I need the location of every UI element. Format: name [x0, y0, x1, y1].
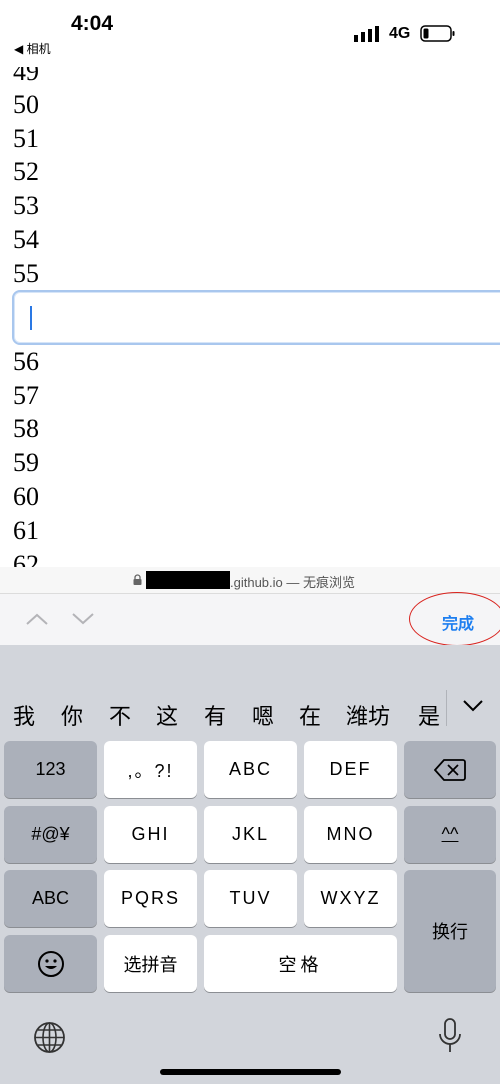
chevron-down-icon[interactable]: [462, 698, 484, 714]
key-label: PQRS: [120, 888, 180, 908]
return-key[interactable]: 换行: [404, 870, 496, 992]
key-abc-switch[interactable]: ABC: [4, 870, 97, 927]
candidate-item[interactable]: 这: [156, 699, 178, 731]
number-line: 51: [13, 124, 39, 153]
space-key[interactable]: 空格: [204, 935, 397, 992]
candidate-divider: [446, 690, 447, 726]
number-line: 59: [13, 448, 39, 477]
key-label: 选拼音: [123, 954, 178, 975]
lock-icon: [133, 574, 142, 585]
key-abc[interactable]: ABC: [204, 741, 297, 798]
key-label: ABC: [31, 888, 69, 908]
emoji-face-icon: [37, 950, 64, 977]
number-line: 50: [13, 90, 39, 119]
private-mode-label: — 无痕浏览: [282, 575, 355, 590]
home-indicator: [160, 1069, 341, 1075]
candidate-item[interactable]: 是: [418, 699, 440, 731]
candidate-item[interactable]: 在: [299, 699, 321, 731]
key-label: #@¥: [31, 824, 70, 844]
candidate-item[interactable]: 潍坊: [346, 699, 390, 731]
number-line: 62: [13, 550, 39, 568]
key-symbols[interactable]: #@¥: [4, 806, 97, 863]
url-domain-suffix: .github.io: [230, 575, 283, 590]
text-input[interactable]: [12, 290, 500, 345]
back-to-app-link[interactable]: ◀ 相机: [14, 40, 51, 57]
delete-key[interactable]: [404, 741, 496, 798]
candidate-item[interactable]: 有: [204, 699, 226, 731]
key-pinyin-select[interactable]: 选拼音: [104, 935, 197, 992]
key-label: ABC: [228, 759, 272, 779]
number-line: 56: [13, 347, 39, 376]
candidate-item[interactable]: 不: [109, 699, 131, 731]
chevron-down-icon[interactable]: [71, 612, 95, 626]
key-label: JKL: [231, 824, 270, 844]
number-line: 53: [13, 191, 39, 220]
number-line: 60: [13, 482, 39, 511]
key-ghi[interactable]: GHI: [104, 806, 197, 863]
text-caret: [30, 306, 32, 330]
candidate-item[interactable]: 嗯: [252, 699, 274, 731]
signal-bars-icon: [354, 26, 379, 42]
microphone-icon[interactable]: [437, 1018, 463, 1054]
number-line: 52: [13, 157, 39, 186]
number-line: 57: [13, 381, 39, 410]
battery-low-icon: [420, 25, 455, 42]
candidate-item[interactable]: 我: [13, 699, 35, 731]
key-label: MNO: [326, 824, 375, 844]
annotation-circle: [409, 592, 500, 646]
key-pqrs[interactable]: PQRS: [104, 870, 197, 927]
key-label: DEF: [329, 759, 372, 779]
key-punctuation[interactable]: ,。?!: [104, 741, 197, 798]
emoji-key[interactable]: [4, 935, 97, 992]
chevron-up-icon[interactable]: [25, 612, 49, 626]
key-label: ,。?!: [127, 760, 174, 781]
number-line: 55: [13, 259, 39, 288]
redacted-domain: [146, 571, 230, 589]
number-line: 54: [13, 225, 39, 254]
url-text: .github.io — 无痕浏览: [230, 572, 355, 591]
key-label: GHI: [131, 824, 170, 844]
key-def[interactable]: DEF: [304, 741, 397, 798]
key-label: 123: [35, 759, 66, 779]
key-jkl[interactable]: JKL: [204, 806, 297, 863]
key-tuv[interactable]: TUV: [204, 870, 297, 927]
key-label: 换行: [432, 922, 468, 942]
number-line: 49: [13, 67, 39, 86]
key-label: WXYZ: [320, 888, 381, 908]
number-line: 61: [13, 516, 39, 545]
backspace-icon: [434, 758, 466, 781]
key-label: 空格: [278, 954, 323, 975]
key-label: TUV: [229, 888, 272, 908]
number-line: 58: [13, 414, 39, 443]
key-mno[interactable]: MNO: [304, 806, 397, 863]
key-label: ^^: [441, 824, 459, 844]
key-123[interactable]: 123: [4, 741, 97, 798]
network-type: 4G: [389, 25, 411, 42]
key-wxyz[interactable]: WXYZ: [304, 870, 397, 927]
status-time: 4:04: [71, 12, 114, 35]
globe-icon[interactable]: [33, 1021, 66, 1054]
candidate-item[interactable]: 你: [61, 699, 83, 731]
key-emoticon[interactable]: ^^: [404, 806, 496, 863]
